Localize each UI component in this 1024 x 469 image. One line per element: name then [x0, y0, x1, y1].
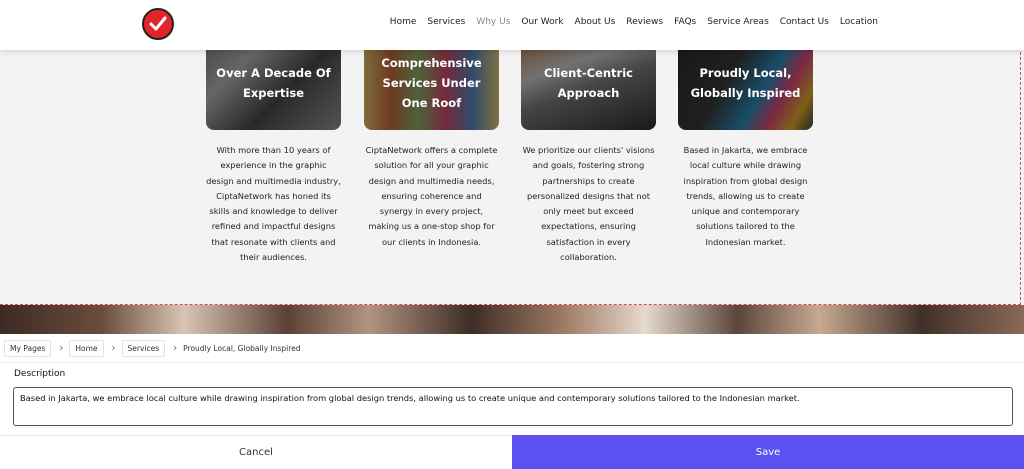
background-photo-strip — [0, 305, 1024, 334]
card-description[interactable]: With more than 10 years of experience in… — [206, 143, 341, 265]
editor-actions: Cancel Save — [0, 435, 1024, 469]
nav-item-reviews[interactable]: Reviews — [626, 17, 663, 27]
feature-cards: Over A Decade Of Expertise With more tha… — [206, 30, 814, 302]
nav-menu: Home Services Why Us Our Work About Us R… — [390, 17, 878, 27]
nav-item-faqs[interactable]: FAQs — [674, 17, 696, 27]
chevron-right-icon: › — [173, 343, 178, 354]
feature-card[interactable]: Client-Centric Approach We prioritize ou… — [521, 30, 656, 265]
card-description[interactable]: Based in Jakarta, we embrace local cultu… — [678, 143, 813, 250]
breadcrumb-current: Proudly Local, Globally Inspired — [183, 344, 301, 353]
site-navbar: Home Services Why Us Our Work About Us R… — [0, 0, 1024, 50]
nav-item-contact-us[interactable]: Contact Us — [780, 17, 829, 27]
card-title[interactable]: Over A Decade Of Expertise — [206, 63, 341, 103]
breadcrumb-item-home[interactable]: Home — [69, 340, 104, 357]
card-title[interactable]: Comprehensive Services Under One Roof — [364, 53, 499, 113]
cancel-button[interactable]: Cancel — [0, 435, 512, 469]
nav-item-our-work[interactable]: Our Work — [521, 17, 563, 27]
card-description[interactable]: CiptaNetwork offers a complete solution … — [364, 143, 499, 250]
card-title[interactable]: Proudly Local, Globally Inspired — [678, 63, 813, 103]
feature-card[interactable]: Comprehensive Services Under One Roof Ci… — [364, 30, 499, 250]
chevron-right-icon: › — [59, 343, 64, 354]
page-preview: Over A Decade Of Expertise With more tha… — [0, 0, 1024, 334]
feature-card[interactable]: Proudly Local, Globally Inspired Based i… — [678, 30, 813, 250]
description-textarea[interactable]: Based in Jakarta, we embrace local cultu… — [13, 387, 1013, 426]
breadcrumb-item-my-pages[interactable]: My Pages — [4, 340, 52, 357]
description-label: Description — [14, 369, 66, 379]
feature-card[interactable]: Over A Decade Of Expertise With more tha… — [206, 30, 341, 265]
checkmark-logo-icon[interactable] — [142, 8, 174, 40]
breadcrumb: My Pages › Home › Services › Proudly Loc… — [0, 335, 1024, 363]
nav-item-home[interactable]: Home — [390, 17, 417, 27]
breadcrumb-item-services[interactable]: Services — [121, 340, 166, 357]
card-description[interactable]: We prioritize our clients' visions and g… — [521, 143, 656, 265]
nav-item-services[interactable]: Services — [427, 17, 465, 27]
card-title[interactable]: Client-Centric Approach — [521, 63, 656, 103]
nav-item-about-us[interactable]: About Us — [575, 17, 616, 27]
nav-item-service-areas[interactable]: Service Areas — [707, 17, 769, 27]
nav-item-location[interactable]: Location — [840, 17, 878, 27]
save-button[interactable]: Save — [512, 435, 1024, 469]
nav-item-why-us[interactable]: Why Us — [476, 17, 510, 27]
chevron-right-icon: › — [111, 343, 116, 354]
